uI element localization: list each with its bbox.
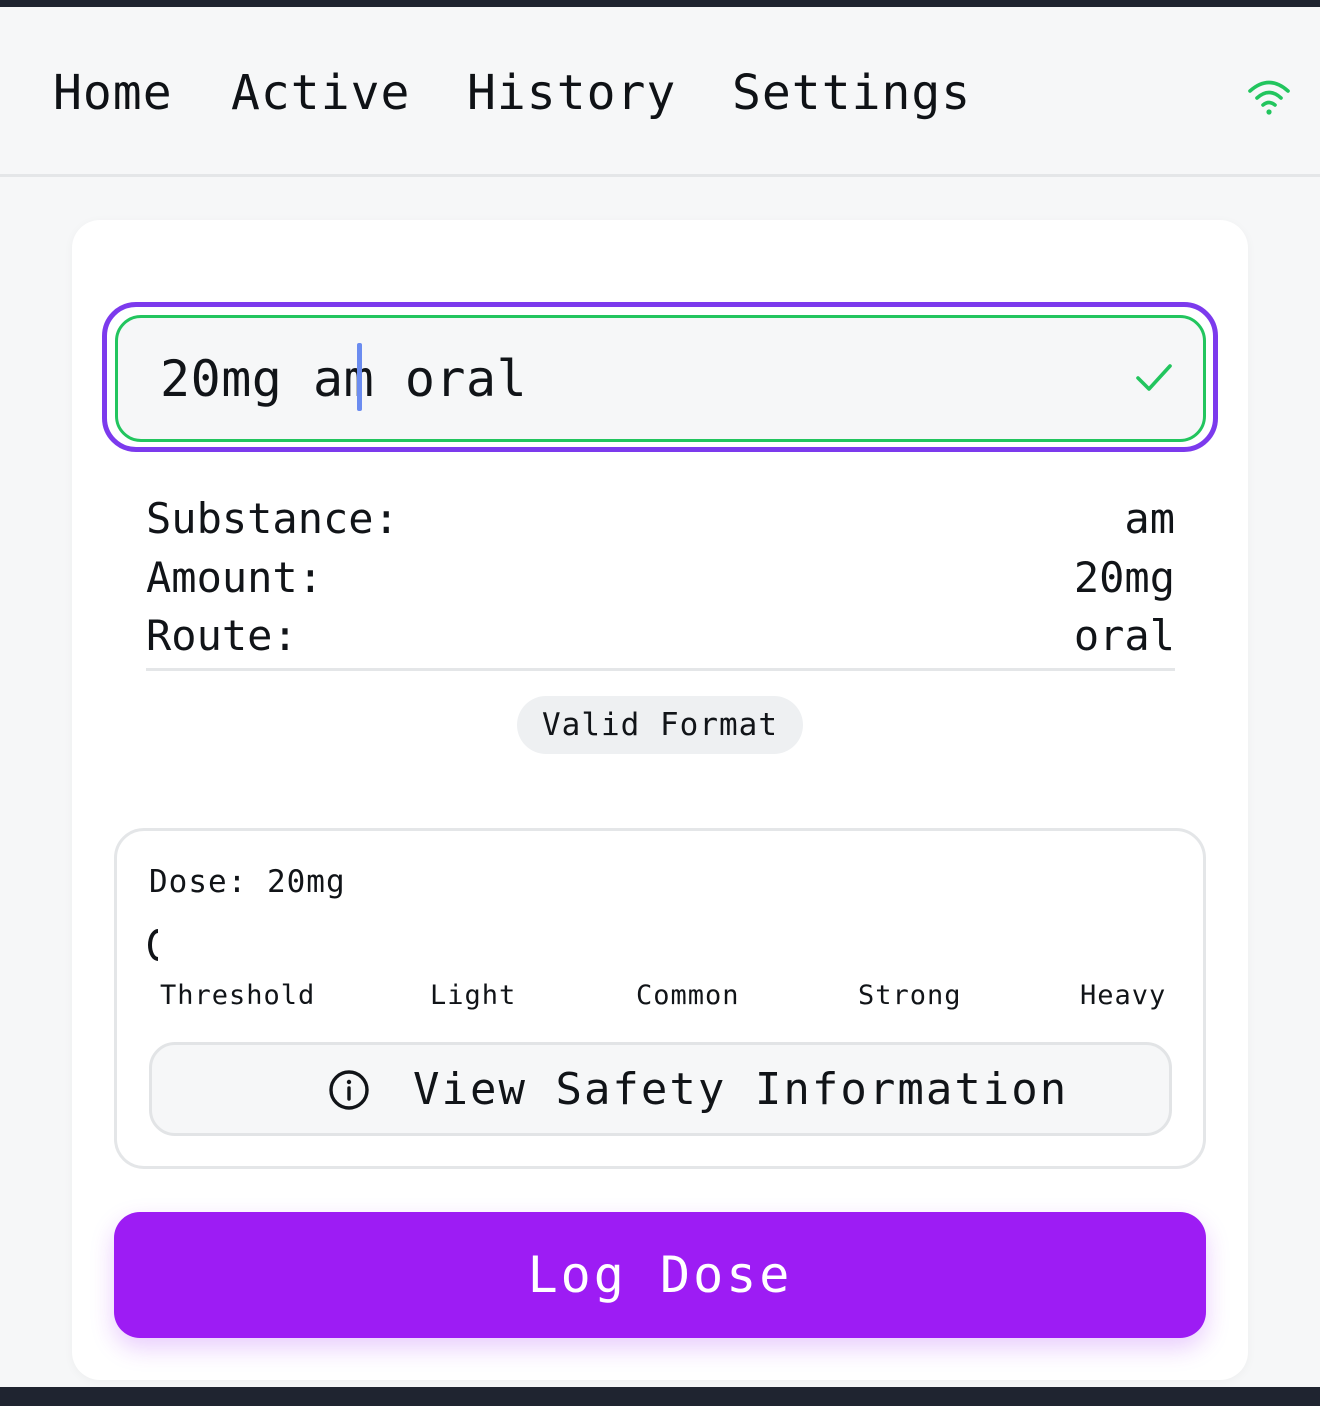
top-navigation: Home Active History Settings xyxy=(0,7,1320,177)
text-caret xyxy=(357,343,362,411)
parsed-route-row: Route: oral xyxy=(146,611,1175,667)
nav-active[interactable]: Active xyxy=(231,65,410,121)
parsed-amount-row: Amount: 20mg xyxy=(146,553,1175,609)
window-top-edge xyxy=(0,0,1320,7)
amount-label: Amount: xyxy=(146,553,324,602)
level-threshold: Threshold xyxy=(160,980,316,1011)
nav-history[interactable]: History xyxy=(467,65,676,121)
parsed-substance-row: Substance: am xyxy=(146,494,1175,550)
nav-settings[interactable]: Settings xyxy=(732,65,971,121)
wifi-icon xyxy=(1248,80,1290,115)
substance-label: Substance: xyxy=(146,494,399,543)
substance-value: am xyxy=(1124,494,1175,543)
divider xyxy=(146,668,1175,671)
level-common: Common xyxy=(636,980,740,1011)
dose-label: Dose: 20mg xyxy=(149,864,346,900)
level-light: Light xyxy=(430,980,517,1011)
nav-home[interactable]: Home xyxy=(53,65,173,121)
format-status-badge: Valid Format xyxy=(517,696,803,754)
dose-level-marker xyxy=(148,929,158,961)
safety-button-label[interactable]: View Safety Information xyxy=(413,1064,1068,1115)
info-icon xyxy=(329,1070,369,1110)
route-label: Route: xyxy=(146,611,298,660)
log-dose-label[interactable]: Log Dose xyxy=(114,1246,1206,1304)
level-heavy: Heavy xyxy=(1080,980,1167,1011)
check-icon xyxy=(1136,364,1172,391)
route-value: oral xyxy=(1073,611,1175,660)
dose-input-value[interactable]: 20mg am oral xyxy=(160,350,527,408)
level-strong: Strong xyxy=(858,980,962,1011)
window-bottom-edge xyxy=(0,1387,1320,1406)
amount-value: 20mg xyxy=(1073,553,1175,602)
